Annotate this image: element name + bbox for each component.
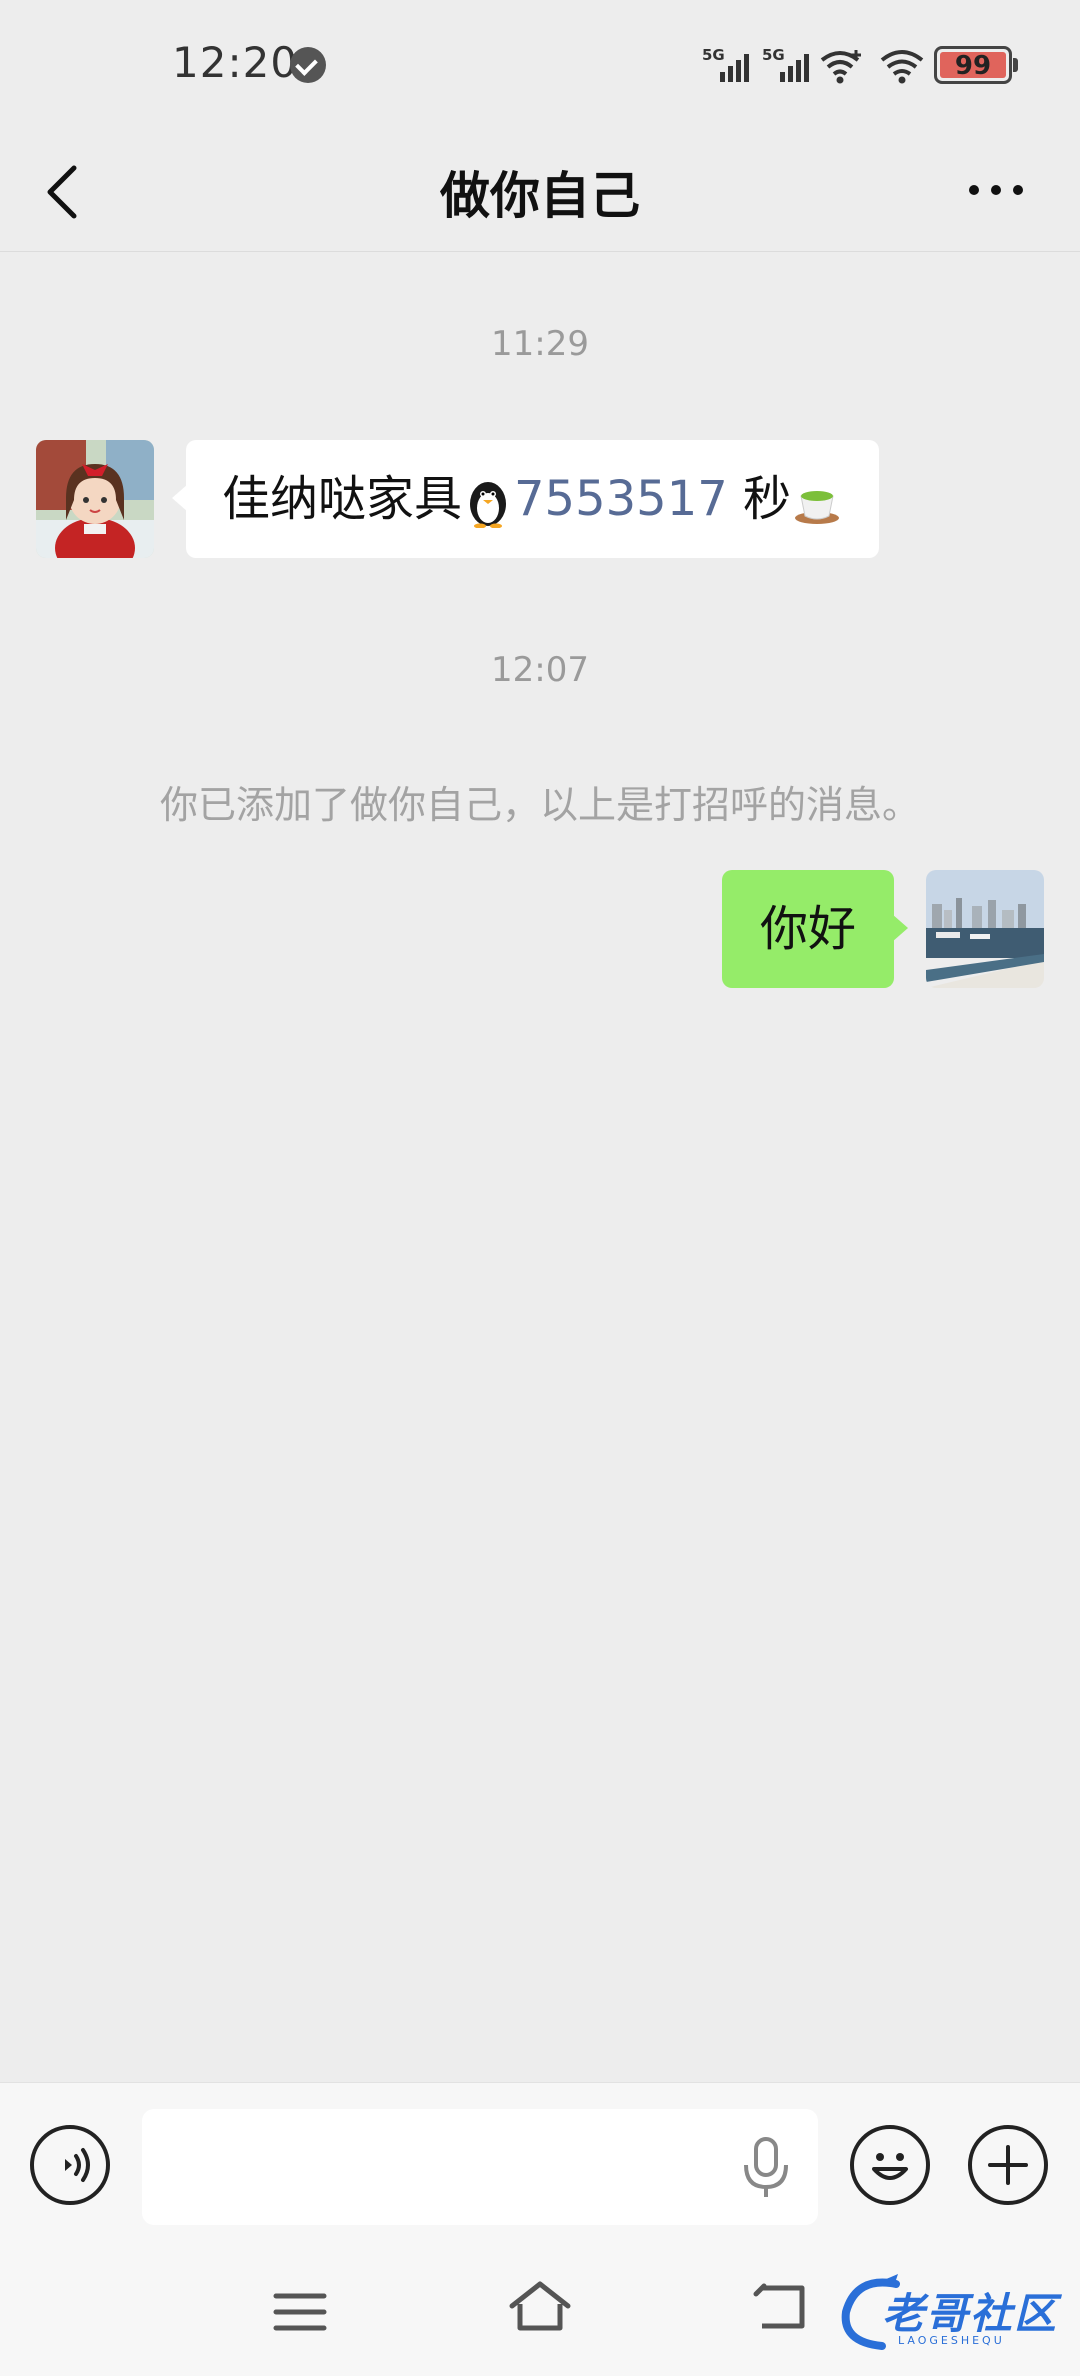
contact-avatar[interactable] xyxy=(36,440,154,558)
incoming-message-bubble[interactable]: 佳纳哒家具 7553517 秒 xyxy=(171,440,880,558)
menu-icon[interactable] xyxy=(272,2290,328,2334)
message-text: 你好 xyxy=(760,901,857,957)
cellular-signal-icon-2: 5G xyxy=(762,46,810,82)
tea-emoji-icon xyxy=(795,491,840,524)
timestamp-separator-2: 12:07 xyxy=(491,650,589,690)
timestamp-separator: 11:29 xyxy=(491,324,589,364)
message-text: 佳纳哒家具 xyxy=(222,471,463,527)
voice-input-toggle[interactable] xyxy=(30,2125,110,2205)
message-number-link[interactable]: 7553517 xyxy=(514,471,728,527)
check-circle-icon xyxy=(290,47,326,83)
wifi-plus-icon xyxy=(820,50,861,84)
my-avatar[interactable] xyxy=(926,870,1044,988)
chat-screen: 12:20 5G 5G 99 做你自己 11:29 佳纳哒家具 7553517 … xyxy=(0,0,1080,2376)
network-type-label: 5G xyxy=(702,46,725,64)
status-time: 12:20 xyxy=(172,38,299,87)
mic-icon[interactable] xyxy=(738,2135,794,2201)
cellular-signal-icon: 5G xyxy=(702,46,750,82)
watermark-subtext: LAOGESHEQU xyxy=(898,2334,1005,2347)
more-options-icon[interactable] xyxy=(960,170,1032,210)
home-icon[interactable] xyxy=(508,2278,572,2334)
back-nav-icon[interactable] xyxy=(752,2280,812,2332)
voice-icon xyxy=(65,2148,90,2182)
system-notice: 你已添加了做你自己，以上是打招呼的消息。 xyxy=(159,783,920,827)
message-input[interactable] xyxy=(142,2109,818,2225)
watermark-text: 老哥社区 xyxy=(882,2289,1059,2338)
page-title: 做你自己 xyxy=(440,167,640,225)
watermark-logo: 老哥社区 LAOGESHEQU xyxy=(836,2268,1066,2360)
chat-header: 做你自己 xyxy=(0,130,1080,252)
penguin-emoji-icon xyxy=(470,482,507,528)
input-bar xyxy=(0,2082,1080,2248)
plus-icon xyxy=(988,2145,1028,2185)
outgoing-message-bubble[interactable]: 你好 xyxy=(722,870,909,988)
battery-icon: 99 xyxy=(934,46,1018,84)
message-text-suffix: 秒 xyxy=(727,471,792,527)
wifi-icon xyxy=(880,50,924,84)
network-type-label-2: 5G xyxy=(762,46,785,64)
status-bar: 12:20 5G 5G 99 xyxy=(0,0,1080,130)
battery-level: 99 xyxy=(954,51,992,81)
smiley-icon xyxy=(872,2153,908,2180)
emoji-button[interactable] xyxy=(850,2125,930,2205)
more-functions-button[interactable] xyxy=(968,2125,1048,2205)
